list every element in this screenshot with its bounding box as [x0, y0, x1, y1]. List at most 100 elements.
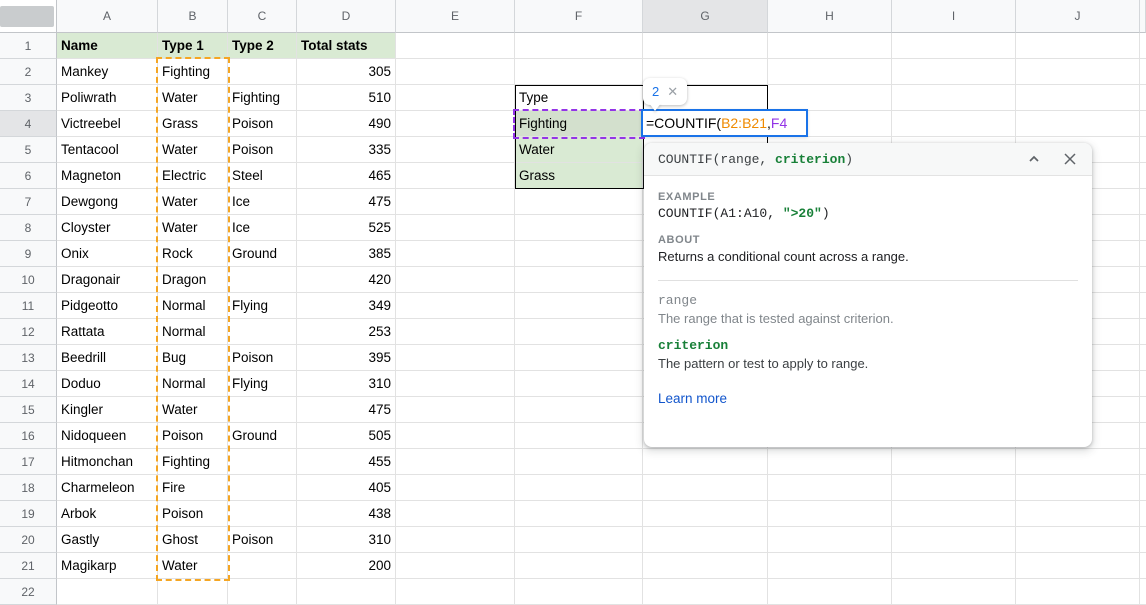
cell-F7[interactable] [515, 189, 643, 215]
cell-A15[interactable]: Kingler [57, 397, 158, 423]
row-header-1[interactable]: 1 [0, 33, 57, 59]
cell-B15[interactable]: Water [158, 397, 228, 423]
cell-D17[interactable]: 455 [297, 449, 396, 475]
cell-F5[interactable]: Water [515, 137, 643, 163]
cell-E15[interactable] [396, 397, 515, 423]
row-header-9[interactable]: 9 [0, 241, 57, 267]
cell-K2[interactable] [1140, 59, 1146, 85]
cell-F20[interactable] [515, 527, 643, 553]
cell-K18[interactable] [1140, 475, 1146, 501]
cell-K8[interactable] [1140, 215, 1146, 241]
cell-G22[interactable] [643, 579, 768, 605]
row-header-14[interactable]: 14 [0, 371, 57, 397]
row-header-3[interactable]: 3 [0, 85, 57, 111]
cell-D1[interactable]: Total stats [297, 33, 396, 59]
cell-A11[interactable]: Pidgeotto [57, 293, 158, 319]
cell-D3[interactable]: 510 [297, 85, 396, 111]
cell-K16[interactable] [1140, 423, 1146, 449]
row-header-4[interactable]: 4 [0, 111, 57, 137]
cell-C19[interactable] [228, 501, 297, 527]
cell-F14[interactable] [515, 371, 643, 397]
cell-E14[interactable] [396, 371, 515, 397]
cell-J17[interactable] [1016, 449, 1140, 475]
cell-A21[interactable]: Magikarp [57, 553, 158, 579]
cell-H3[interactable] [768, 85, 892, 111]
cell-D11[interactable]: 349 [297, 293, 396, 319]
cell-B17[interactable]: Fighting [158, 449, 228, 475]
cell-A17[interactable]: Hitmonchan [57, 449, 158, 475]
cell-E10[interactable] [396, 267, 515, 293]
cell-E13[interactable] [396, 345, 515, 371]
cell-B3[interactable]: Water [158, 85, 228, 111]
row-header-15[interactable]: 15 [0, 397, 57, 423]
cell-F13[interactable] [515, 345, 643, 371]
cell-J18[interactable] [1016, 475, 1140, 501]
cell-E22[interactable] [396, 579, 515, 605]
cell-I2[interactable] [892, 59, 1016, 85]
cell-C13[interactable]: Poison [228, 345, 297, 371]
cell-K11[interactable] [1140, 293, 1146, 319]
cell-F12[interactable] [515, 319, 643, 345]
cell-C20[interactable]: Poison [228, 527, 297, 553]
cell-K20[interactable] [1140, 527, 1146, 553]
cell-H21[interactable] [768, 553, 892, 579]
formula-editor[interactable]: =COUNTIF(B2:B21,F4 [641, 109, 808, 137]
cell-K14[interactable] [1140, 371, 1146, 397]
cell-B18[interactable]: Fire [158, 475, 228, 501]
cell-F15[interactable] [515, 397, 643, 423]
cell-B4[interactable]: Grass [158, 111, 228, 137]
cell-G19[interactable] [643, 501, 768, 527]
cell-D18[interactable]: 405 [297, 475, 396, 501]
cell-K10[interactable] [1140, 267, 1146, 293]
cell-A2[interactable]: Mankey [57, 59, 158, 85]
cell-C9[interactable]: Ground [228, 241, 297, 267]
cell-B1[interactable]: Type 1 [158, 33, 228, 59]
cell-E8[interactable] [396, 215, 515, 241]
cell-D21[interactable]: 200 [297, 553, 396, 579]
cell-H22[interactable] [768, 579, 892, 605]
cell-H2[interactable] [768, 59, 892, 85]
cell-E6[interactable] [396, 163, 515, 189]
cell-C3[interactable]: Fighting [228, 85, 297, 111]
cell-K3[interactable] [1140, 85, 1146, 111]
cell-F6[interactable]: Grass [515, 163, 643, 189]
cell-G18[interactable] [643, 475, 768, 501]
cell-F8[interactable] [515, 215, 643, 241]
row-header-12[interactable]: 12 [0, 319, 57, 345]
cell-C16[interactable]: Ground [228, 423, 297, 449]
select-all-corner[interactable] [0, 0, 57, 33]
cell-E21[interactable] [396, 553, 515, 579]
cell-B21[interactable]: Water [158, 553, 228, 579]
cell-E4[interactable] [396, 111, 515, 137]
cell-B8[interactable]: Water [158, 215, 228, 241]
cell-F19[interactable] [515, 501, 643, 527]
column-header-D[interactable]: D [297, 0, 396, 33]
cell-F21[interactable] [515, 553, 643, 579]
formula-helper-badge[interactable]: 2 ✕ [643, 78, 687, 105]
cell-K6[interactable] [1140, 163, 1146, 189]
cell-A20[interactable]: Gastly [57, 527, 158, 553]
cell-C12[interactable] [228, 319, 297, 345]
cell-E2[interactable] [396, 59, 515, 85]
column-header-sliver[interactable] [1140, 0, 1146, 33]
cell-A22[interactable] [57, 579, 158, 605]
cell-F10[interactable] [515, 267, 643, 293]
cell-J3[interactable] [1016, 85, 1140, 111]
cell-K12[interactable] [1140, 319, 1146, 345]
cell-A1[interactable]: Name [57, 33, 158, 59]
cell-E7[interactable] [396, 189, 515, 215]
row-header-5[interactable]: 5 [0, 137, 57, 163]
cell-E12[interactable] [396, 319, 515, 345]
cell-K15[interactable] [1140, 397, 1146, 423]
cell-B20[interactable]: Ghost [158, 527, 228, 553]
learn-more-link[interactable]: Learn more [658, 391, 727, 406]
cell-J19[interactable] [1016, 501, 1140, 527]
cell-D4[interactable]: 490 [297, 111, 396, 137]
cell-B14[interactable]: Normal [158, 371, 228, 397]
cell-C4[interactable]: Poison [228, 111, 297, 137]
cell-G1[interactable] [643, 33, 768, 59]
cell-D9[interactable]: 385 [297, 241, 396, 267]
cell-B13[interactable]: Bug [158, 345, 228, 371]
cell-E19[interactable] [396, 501, 515, 527]
cell-A8[interactable]: Cloyster [57, 215, 158, 241]
